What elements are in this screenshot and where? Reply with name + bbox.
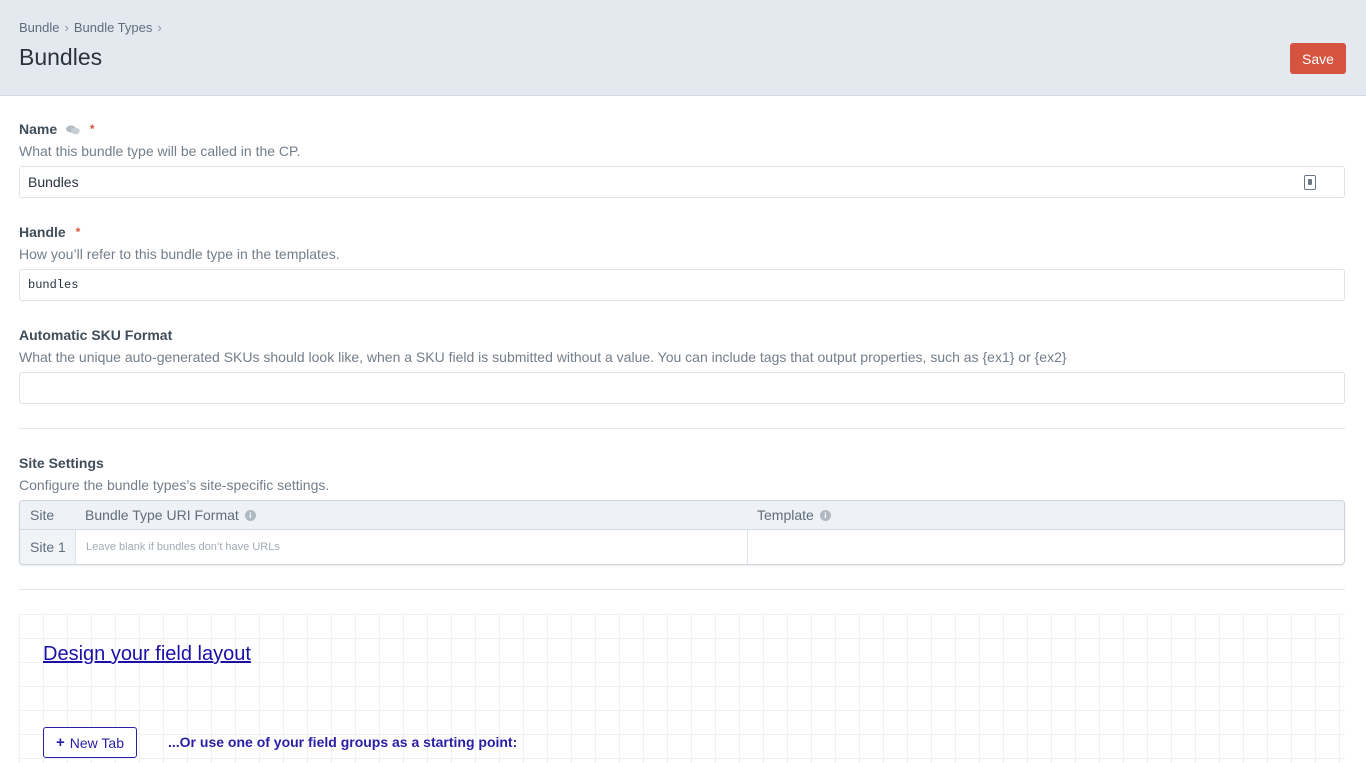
password-manager-icon[interactable]	[1304, 175, 1316, 190]
name-field-help: What this bundle type will be called in …	[19, 143, 301, 159]
info-icon[interactable]: i	[244, 509, 256, 521]
translatable-icon	[66, 125, 80, 135]
breadcrumb-separator-icon: ›	[157, 20, 162, 35]
section-divider	[19, 428, 1345, 429]
new-tab-button[interactable]: + New Tab	[43, 727, 137, 758]
handle-field-label: Handle *	[19, 224, 80, 240]
required-indicator-icon: *	[75, 225, 81, 239]
breadcrumb-item-bundle[interactable]: Bundle	[19, 20, 59, 35]
breadcrumb: Bundle › Bundle Types ›	[19, 20, 167, 35]
column-header-site: Site	[30, 507, 55, 523]
uri-format-input[interactable]: Leave blank if bundles don’t have URLs	[76, 530, 748, 564]
design-field-layout-link[interactable]: Design your field layout	[43, 643, 251, 666]
sku-format-label: Automatic SKU Format	[19, 327, 173, 343]
field-groups-note: ...Or use one of your field groups as a …	[168, 734, 518, 750]
uri-format-placeholder: Leave blank if bundles don’t have URLs	[86, 541, 280, 553]
site-settings-table: Site Bundle Type URI Format i Template i S…	[19, 500, 1345, 565]
page-header: Bundle › Bundle Types › Bundles Save	[0, 0, 1366, 96]
plus-icon: +	[56, 734, 65, 751]
table-row: Site 1 Leave blank if bundles don’t have…	[20, 530, 1344, 564]
required-indicator-icon: *	[89, 122, 95, 136]
handle-input-value: bundles	[28, 278, 79, 292]
sku-format-help: What the unique auto-generated SKUs shou…	[19, 349, 1067, 365]
breadcrumb-separator-icon: ›	[64, 20, 69, 35]
site-cell: Site 1	[20, 530, 76, 564]
name-label-text: Name	[19, 121, 58, 137]
uri-format-header-text: Bundle Type URI Format	[85, 507, 239, 523]
name-input-value: Bundles	[28, 174, 79, 190]
section-divider	[19, 589, 1345, 590]
save-button[interactable]: Save	[1290, 43, 1346, 74]
site-settings-label: Site Settings	[19, 455, 104, 471]
column-header-uri-format: Bundle Type URI Format i	[85, 507, 256, 523]
template-header-text: Template	[757, 507, 814, 523]
site-settings-help: Configure the bundle types’s site-specif…	[19, 477, 330, 493]
name-field-label: Name *	[19, 121, 95, 137]
template-input[interactable]	[749, 530, 1344, 564]
breadcrumb-item-bundle-types[interactable]: Bundle Types	[74, 20, 153, 35]
handle-field-help: How you’ll refer to this bundle type in …	[19, 246, 340, 262]
name-input[interactable]: Bundles	[19, 166, 1345, 198]
info-icon[interactable]: i	[819, 509, 831, 521]
table-header: Site Bundle Type URI Format i Template i	[20, 501, 1344, 530]
new-tab-label: New Tab	[69, 734, 124, 751]
handle-label-text: Handle	[19, 224, 66, 240]
handle-input[interactable]: bundles	[19, 269, 1345, 301]
page-title: Bundles	[19, 44, 103, 70]
column-header-template: Template i	[757, 507, 831, 523]
sku-format-input[interactable]	[19, 372, 1345, 404]
